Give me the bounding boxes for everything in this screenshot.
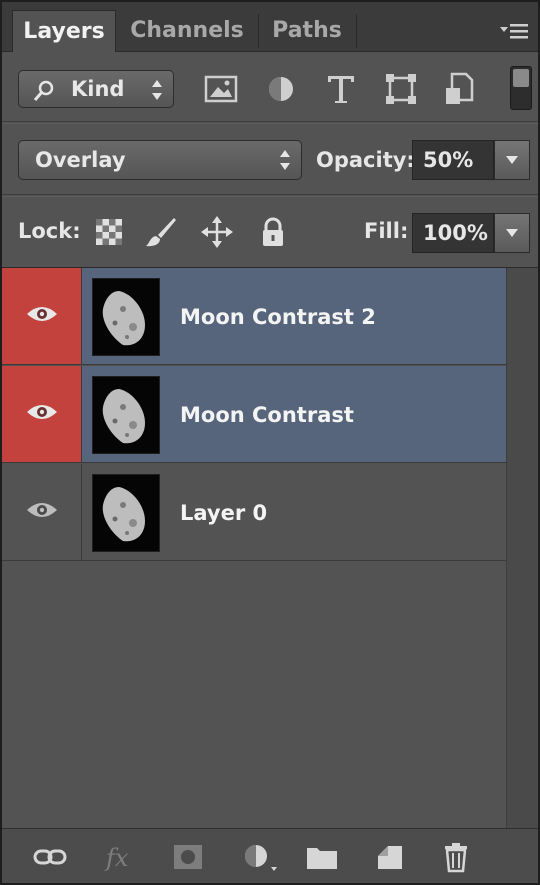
layers-panel: Layers Channels Paths Kind Overlay Opaci… — [0, 0, 540, 885]
layer-name[interactable]: Layer 0 — [180, 501, 267, 525]
blend-mode-value: Overlay — [35, 148, 126, 172]
eye-icon — [27, 405, 57, 419]
fx-icon[interactable]: fx — [102, 841, 138, 873]
tab-divider — [356, 14, 357, 48]
panel-bottom-bar: fx — [2, 828, 538, 883]
filter-toggle-knob — [513, 69, 529, 87]
opacity-dropdown-button[interactable] — [494, 140, 530, 180]
panel-menu-icon[interactable] — [500, 22, 528, 44]
tab-paths[interactable]: Paths — [262, 10, 352, 52]
layer-name[interactable]: Moon Contrast 2 — [180, 305, 376, 329]
new-group-icon[interactable] — [304, 841, 340, 873]
new-layer-icon[interactable] — [372, 841, 408, 873]
trash-icon[interactable] — [438, 841, 474, 873]
panel-tab-bar: Layers Channels Paths — [2, 2, 538, 52]
layers-scrollbar[interactable] — [506, 268, 538, 828]
adjustment-layer-icon[interactable] — [240, 841, 277, 873]
opacity-field[interactable]: 50% — [412, 140, 494, 180]
filter-kind-select[interactable]: Kind — [18, 70, 174, 108]
layer-row-moon-contrast[interactable]: Moon Contrast — [2, 366, 506, 463]
eye-icon — [27, 503, 57, 517]
filter-toggle[interactable] — [510, 66, 532, 110]
svg-text:fx: fx — [104, 844, 129, 872]
layer-thumbnail — [92, 376, 160, 454]
filter-kind-label: Kind — [71, 77, 125, 101]
visibility-toggle[interactable] — [2, 464, 82, 560]
fill-label: Fill: — [364, 219, 409, 243]
tab-layers[interactable]: Layers — [12, 10, 116, 52]
smart-object-filter-icon[interactable] — [442, 70, 480, 108]
fill-value: 100% — [423, 221, 488, 245]
type-filter-icon[interactable] — [322, 70, 360, 108]
lock-label: Lock: — [18, 219, 81, 243]
tab-channels[interactable]: Channels — [120, 10, 254, 52]
layer-row-moon-contrast-2[interactable]: Moon Contrast 2 — [2, 268, 506, 365]
chevron-down-icon — [506, 156, 518, 164]
fill-dropdown-button[interactable] — [494, 213, 530, 253]
shape-filter-icon[interactable] — [382, 70, 420, 108]
fill-field[interactable]: 100% — [412, 213, 494, 253]
layer-name[interactable]: Moon Contrast — [180, 403, 354, 427]
filter-row: Kind — [2, 52, 538, 122]
eye-icon — [27, 307, 57, 321]
layer-thumbnail — [92, 474, 160, 552]
adjustment-filter-icon[interactable] — [262, 70, 300, 108]
lock-image-pixels-icon[interactable] — [144, 215, 178, 249]
chevron-down-icon — [506, 229, 518, 237]
lock-position-icon[interactable] — [200, 215, 234, 249]
lock-row: Lock: Fill: 100% — [2, 196, 538, 268]
layer-row-layer-0[interactable]: Layer 0 — [2, 464, 506, 561]
lock-all-icon[interactable] — [256, 215, 290, 249]
lock-transparent-pixels-icon[interactable] — [92, 215, 126, 249]
layer-thumbnail — [92, 278, 160, 356]
updown-arrows-icon — [279, 149, 291, 171]
link-layers-icon[interactable] — [32, 841, 68, 873]
visibility-toggle[interactable] — [2, 268, 82, 364]
visibility-toggle[interactable] — [2, 366, 82, 462]
opacity-value: 50% — [423, 148, 474, 172]
blend-row: Overlay Opacity: 50% — [2, 123, 538, 195]
layers-list: Moon Contrast 2 Moon Contrast Layer 0 — [2, 268, 506, 828]
blend-mode-select[interactable]: Overlay — [18, 140, 302, 180]
updown-arrows-icon — [151, 79, 163, 101]
opacity-label: Opacity: — [316, 148, 415, 172]
add-mask-icon[interactable] — [170, 841, 206, 873]
search-icon — [33, 80, 55, 106]
tab-divider — [258, 14, 259, 48]
image-filter-icon[interactable] — [202, 70, 240, 108]
